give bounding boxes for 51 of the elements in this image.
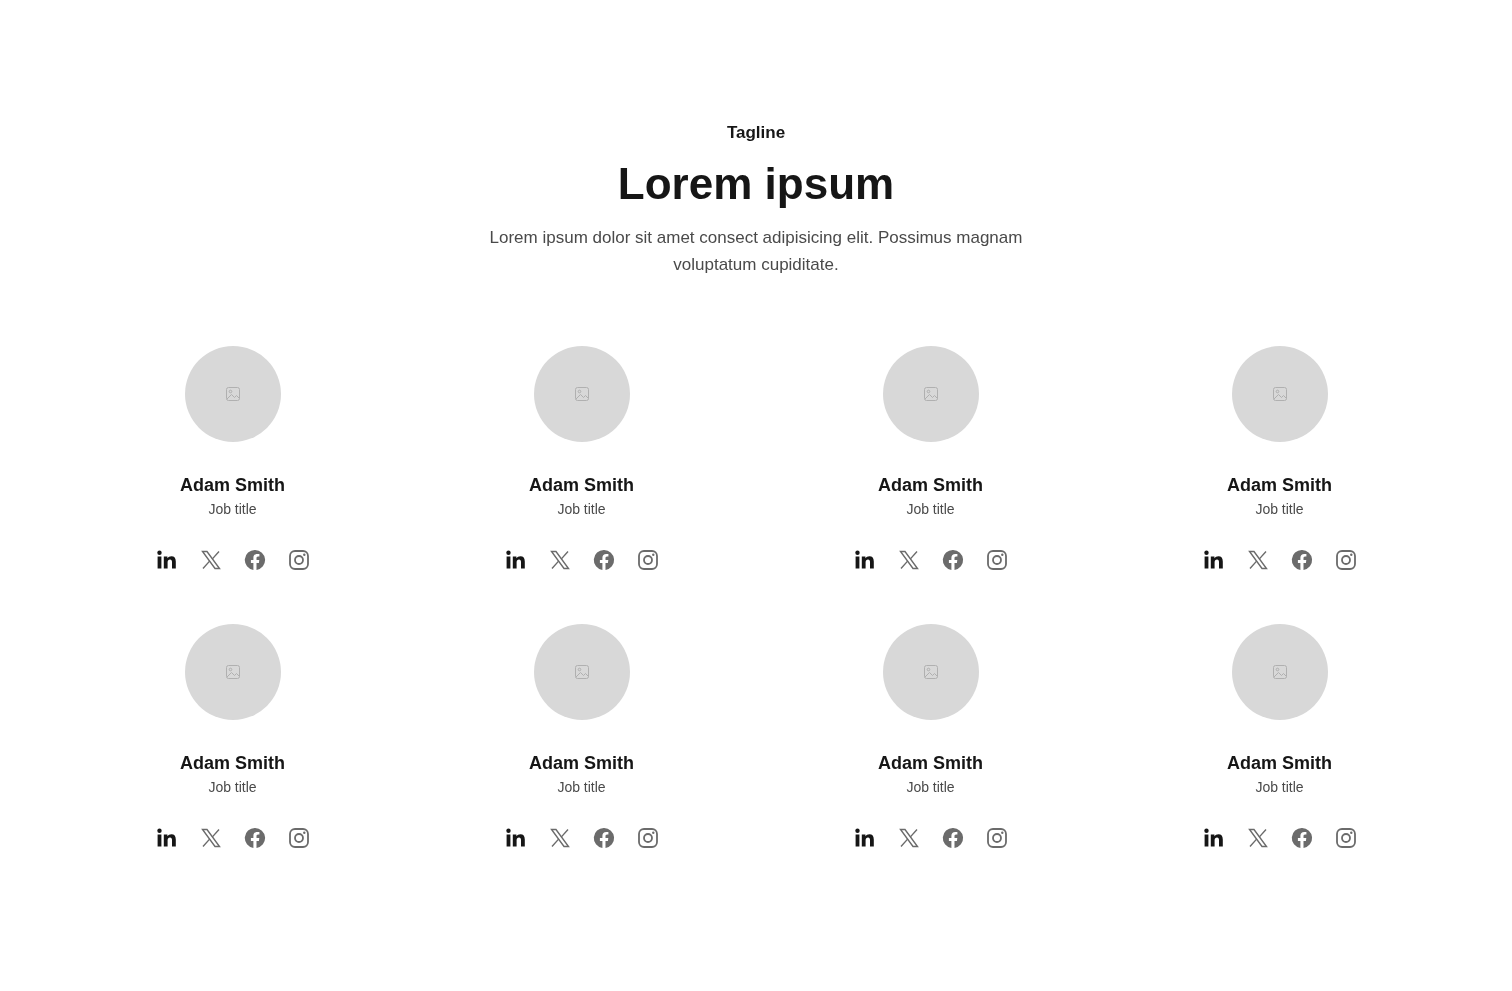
facebook-icon[interactable] [591,826,616,850]
linkedin-icon[interactable] [154,548,179,572]
facebook-icon[interactable] [940,548,965,572]
instagram-icon[interactable] [984,548,1009,572]
linkedin-icon[interactable] [1201,548,1226,572]
image-icon [1271,386,1288,402]
linkedin-icon[interactable] [1201,826,1226,850]
linkedin-icon[interactable] [503,548,528,572]
instagram-icon[interactable] [635,548,660,572]
image-icon [922,664,939,680]
job-title: Job title [1255,500,1304,518]
facebook-icon[interactable] [1289,548,1314,572]
tagline: Tagline [726,122,786,144]
image-icon [573,664,590,680]
job-title: Job title [557,778,606,796]
job-title: Job title [1255,778,1304,796]
member-name: Adam Smith [529,474,634,496]
member-name: Adam Smith [180,474,285,496]
facebook-icon[interactable] [242,826,267,850]
member-name: Adam Smith [1227,474,1332,496]
member-name: Adam Smith [529,752,634,774]
instagram-icon[interactable] [286,826,311,850]
facebook-icon[interactable] [1289,826,1314,850]
job-title: Job title [906,500,955,518]
instagram-icon[interactable] [1333,826,1358,850]
member-name: Adam Smith [180,752,285,774]
section-description: Lorem ipsum dolor sit amet consect adipisicing elit. Possimus magnam voluptatum cupiditate. [488,227,1024,276]
instagram-icon[interactable] [635,826,660,850]
instagram-icon[interactable] [286,548,311,572]
linkedin-icon[interactable] [852,548,877,572]
linkedin-icon[interactable] [503,826,528,850]
image-icon [1271,664,1288,680]
image-icon [573,386,590,402]
facebook-icon[interactable] [242,548,267,572]
job-title: Job title [557,500,606,518]
facebook-icon[interactable] [940,826,965,850]
instagram-icon[interactable] [1333,548,1358,572]
linkedin-icon[interactable] [154,826,179,850]
job-title: Job title [906,778,955,796]
facebook-icon[interactable] [591,548,616,572]
section-title: Lorem ipsum [617,158,895,210]
member-name: Adam Smith [1227,752,1332,774]
member-name: Adam Smith [878,474,983,496]
image-icon [922,386,939,402]
image-icon [224,386,241,402]
image-icon [224,664,241,680]
member-name: Adam Smith [878,752,983,774]
instagram-icon[interactable] [984,826,1009,850]
job-title: Job title [208,778,257,796]
linkedin-icon[interactable] [852,826,877,850]
job-title: Job title [208,500,257,518]
